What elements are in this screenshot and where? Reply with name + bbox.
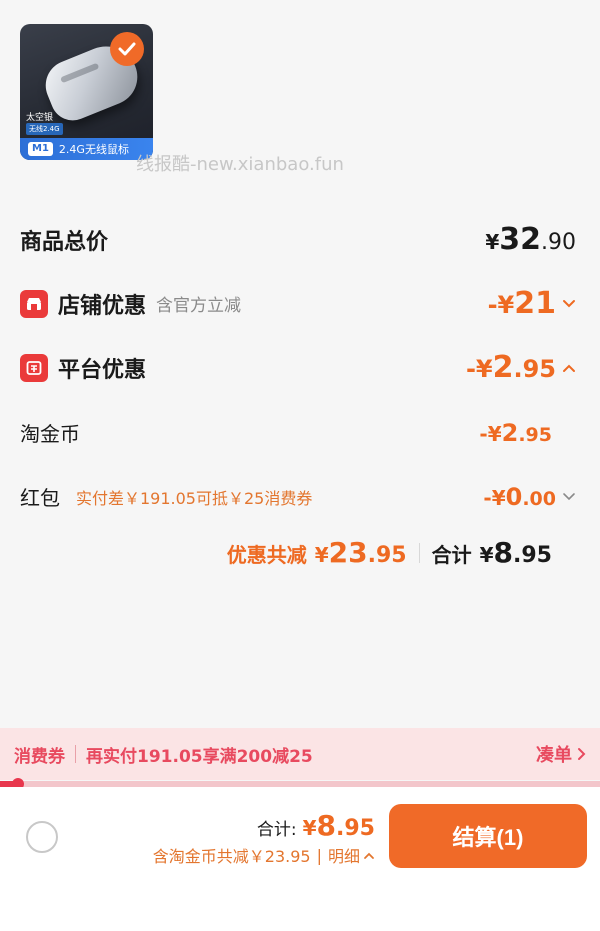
checkout-button[interactable]: 结算(1) (389, 804, 587, 868)
platform-discount-int: 2 (492, 350, 514, 385)
platform-discount-dec: .95 (513, 355, 556, 383)
red-packet-label: 红包 (20, 486, 60, 510)
bottom-total-dec: .95 (336, 816, 375, 841)
add-items-label: 凑单 (536, 745, 572, 766)
bottom-total: 合计: ¥ 8 .95 (257, 809, 375, 842)
watermark: 线报酷-new.xianbao.fun (136, 154, 344, 175)
coupon-bar[interactable]: 消费券 再实付191.05享满200减25 凑单 (0, 728, 600, 780)
shop-discount-prefix: -¥ (487, 291, 515, 319)
product-color-label: 太空银 (26, 113, 54, 123)
goods-total-label: 商品总价 (20, 229, 109, 255)
goods-total-price: ¥ 32 .90 (485, 222, 576, 257)
discount-total-int: 23 (328, 536, 368, 569)
chevron-right-icon (576, 747, 586, 761)
goods-total-dec: .90 (541, 230, 576, 255)
discount-detail-text: 含淘金币共减￥23.95 (152, 847, 311, 866)
red-packet-row[interactable]: 红包 实付差￥191.05可抵￥25消费券 -¥ 0 .00 (20, 482, 576, 511)
shop-discount-note: 含官方立减 (156, 296, 242, 316)
shop-icon (20, 289, 48, 318)
coupon-text: 再实付191.05享满200减25 (86, 746, 313, 767)
red-packet-prefix: -¥ (483, 485, 506, 510)
chevron-down-icon (562, 294, 576, 313)
gold-coin-prefix: -¥ (479, 421, 502, 446)
platform-icon (20, 353, 48, 382)
discount-total-symbol: ¥ (314, 543, 329, 567)
bottom-bar: 合计: ¥ 8 .95 含淘金币共减￥23.95 | 明细 结算(1) (0, 787, 600, 931)
gold-coin-price: -¥ 2 .95 (479, 419, 552, 447)
red-packet-int: 0 (505, 482, 523, 511)
goods-total-symbol: ¥ (485, 230, 500, 254)
product-banner: M1 2.4G无线鼠标 (20, 138, 153, 160)
chevron-down-icon (562, 487, 576, 506)
bottom-total-symbol: ¥ (302, 816, 317, 840)
summary-total-dec: .95 (513, 543, 552, 568)
shop-discount-label: 店铺优惠 (58, 293, 147, 319)
detail-link-label: 明细 (327, 847, 360, 866)
red-packet-dec: .00 (522, 487, 556, 510)
gold-coin-dec: .95 (518, 423, 552, 446)
coupon-separator (75, 745, 76, 763)
summary-total-symbol: ¥ (479, 543, 494, 567)
platform-discount-label: 平台优惠 (58, 357, 147, 383)
bottom-total-label: 合计: (256, 820, 297, 840)
chevron-up-icon (562, 358, 576, 377)
chevron-up-icon (363, 851, 375, 860)
coupon-title: 消费券 (14, 746, 65, 767)
product-banner-text: 2.4G无线鼠标 (58, 143, 129, 156)
detail-separator: | (316, 845, 322, 865)
platform-discount-prefix: -¥ (465, 355, 493, 383)
discount-detail[interactable]: 含淘金币共减￥23.95 | 明细 (153, 843, 375, 867)
summary-divider (418, 542, 420, 563)
summary-total-label: 合计 (431, 543, 472, 567)
red-packet-price: -¥ 0 .00 (483, 483, 576, 511)
shop-discount-int: 21 (514, 286, 556, 321)
check-icon[interactable] (110, 32, 144, 66)
discount-total-label: 优惠共减 (226, 543, 307, 567)
add-items-link[interactable]: 凑单 (536, 741, 586, 767)
product-small-tag: 无线2.4G (26, 123, 63, 135)
shop-discount-row[interactable]: 店铺优惠 含官方立减 -¥ 21 (20, 286, 576, 321)
summary-total-int: 8 (493, 536, 514, 569)
gold-coin-row: 淘金币 -¥ 2 .95 (20, 418, 552, 447)
gold-coin-int: 2 (501, 418, 519, 447)
bottom-total-int: 8 (316, 809, 337, 842)
gold-coin-label: 淘金币 (20, 422, 80, 446)
goods-total-row: 商品总价 ¥ 32 .90 (20, 222, 576, 257)
platform-discount-price: -¥ 2 .95 (466, 350, 576, 385)
shop-discount-price: -¥ 21 (488, 286, 576, 321)
model-badge: M1 (28, 142, 53, 156)
select-all-checkbox[interactable] (26, 821, 58, 853)
goods-total-int: 32 (499, 222, 541, 257)
discount-total-dec: .95 (367, 543, 407, 568)
platform-discount-row[interactable]: 平台优惠 -¥ 2 .95 (20, 350, 576, 385)
red-packet-note: 实付差￥191.05可抵￥25消费券 (76, 488, 313, 508)
summary-row: 优惠共减 ¥ 23 .95 合计 ¥ 8 .95 (227, 536, 552, 569)
